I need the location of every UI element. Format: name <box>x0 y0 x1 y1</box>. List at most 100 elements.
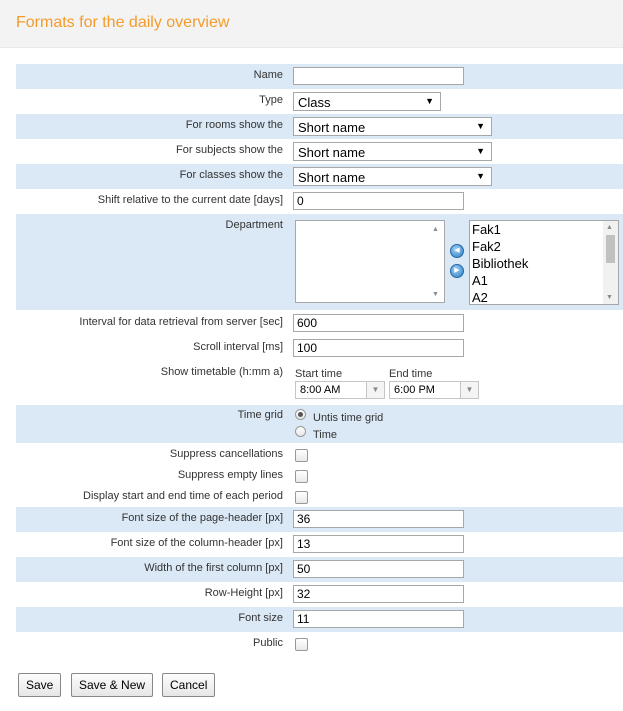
row-shift: Shift relative to the current date [days… <box>16 189 623 214</box>
chevron-down-icon: ▼ <box>476 171 485 181</box>
classes-select[interactable]: Short name ▼ <box>293 167 492 186</box>
save-and-new-button[interactable]: Save & New <box>71 673 154 697</box>
list-item[interactable]: A1 <box>470 272 603 289</box>
type-select[interactable]: Class ▼ <box>293 92 441 111</box>
suppress-empty-label: Suppress empty lines <box>177 469 283 481</box>
end-time-select[interactable]: 6:00 PM ▼ <box>389 381 479 399</box>
row-height-field[interactable] <box>293 585 464 603</box>
name-label: Name <box>253 69 283 81</box>
start-time-label: Start time <box>295 368 343 380</box>
row-rooms: For rooms show the Short name ▼ <box>16 114 623 139</box>
row-page-header-size: Font size of the page-header [px] <box>16 507 623 532</box>
scroll-down-icon[interactable]: ▼ <box>606 294 613 301</box>
row-column-header-size: Font size of the column-header [px] <box>16 532 623 557</box>
scroll-up-icon[interactable]: ▲ <box>606 224 613 231</box>
scroll-label: Scroll interval [ms] <box>193 341 283 353</box>
suppress-cancellations-checkbox[interactable] <box>295 449 308 462</box>
classes-label: For classes show the <box>179 169 283 181</box>
arrow-right-icon: ▶ <box>454 267 460 274</box>
start-time-select[interactable]: 8:00 AM ▼ <box>295 381 385 399</box>
row-display-times: Display start and end time of each perio… <box>16 485 623 507</box>
font-size-label: Font size <box>238 612 283 624</box>
rooms-label: For rooms show the <box>185 119 283 131</box>
public-checkbox[interactable] <box>295 638 308 651</box>
page-title: Formats for the daily overview <box>16 14 230 31</box>
chevron-down-icon: ▼ <box>476 121 485 131</box>
column-header-size-label: Font size of the column-header [px] <box>110 537 283 549</box>
display-times-checkbox[interactable] <box>295 491 308 504</box>
row-height-label: Row-Height [px] <box>204 587 283 599</box>
radio-time[interactable] <box>295 426 306 437</box>
first-col-width-label: Width of the first column [px] <box>144 562 283 574</box>
row-public: Public <box>16 632 623 654</box>
first-col-width-field[interactable] <box>293 560 464 578</box>
row-timegrid: Time grid Untis time grid Time <box>16 405 623 443</box>
scrollbar[interactable]: ▲ ▼ <box>429 221 444 302</box>
column-header-size-field[interactable] <box>293 535 464 553</box>
subjects-select-value: Short name <box>298 145 366 160</box>
row-first-col-width: Width of the first column [px] <box>16 557 623 582</box>
department-label: Department <box>225 219 283 231</box>
chevron-down-icon: ▼ <box>425 96 434 106</box>
move-left-button[interactable]: ◀ <box>450 244 464 258</box>
rooms-select-value: Short name <box>298 120 366 135</box>
save-button[interactable]: Save <box>18 673 62 697</box>
public-label: Public <box>253 637 283 649</box>
scrollbar[interactable]: ▲ ▼ <box>603 221 618 304</box>
department-options: Fak1 Fak2 Bibliothek A1 A2 <box>470 221 603 306</box>
row-classes: For classes show the Short name ▼ <box>16 164 623 189</box>
row-timetable: Show timetable (h:mm a) Start time End t… <box>16 360 623 405</box>
shift-field[interactable] <box>293 192 464 210</box>
name-field[interactable] <box>293 67 464 85</box>
radio-untis-time-grid-label: Untis time grid <box>313 412 384 424</box>
move-right-button[interactable]: ▶ <box>450 264 464 278</box>
arrow-left-icon: ◀ <box>454 247 460 254</box>
suppress-cancellations-label: Suppress cancellations <box>169 448 283 460</box>
subjects-select[interactable]: Short name ▼ <box>293 142 492 161</box>
row-name: Name <box>16 64 623 89</box>
chevron-down-icon[interactable]: ▼ <box>460 382 478 398</box>
row-row-height: Row-Height [px] <box>16 582 623 607</box>
department-available-list[interactable]: Fak1 Fak2 Bibliothek A1 A2 ▲ ▼ <box>469 220 619 305</box>
chevron-down-icon[interactable]: ▼ <box>366 382 384 398</box>
row-department: Department ▲ ▼ ◀ ▶ Fak1 Fak2 Bibliothek … <box>16 214 623 310</box>
timegrid-label: Time grid <box>237 409 283 421</box>
radio-untis-time-grid[interactable] <box>295 409 306 420</box>
interval-label: Interval for data retrieval from server … <box>79 316 283 328</box>
start-time-value: 8:00 AM <box>300 384 341 396</box>
classes-select-value: Short name <box>298 170 366 185</box>
row-suppress-cancellations: Suppress cancellations <box>16 443 623 464</box>
page-header-size-label: Font size of the page-header [px] <box>121 512 283 524</box>
row-suppress-empty: Suppress empty lines <box>16 464 623 485</box>
chevron-down-icon: ▼ <box>476 146 485 156</box>
rooms-select[interactable]: Short name ▼ <box>293 117 492 136</box>
department-selected-list[interactable]: ▲ ▼ <box>295 220 445 303</box>
display-times-label: Display start and end time of each perio… <box>83 490 283 502</box>
scroll-down-icon[interactable]: ▼ <box>432 291 439 298</box>
subjects-label: For subjects show the <box>176 144 283 156</box>
scroll-field[interactable] <box>293 339 464 357</box>
cancel-button[interactable]: Cancel <box>162 673 216 697</box>
list-item[interactable]: Fak2 <box>470 238 603 255</box>
page-header: Formats for the daily overview <box>0 0 623 48</box>
type-select-value: Class <box>298 95 331 110</box>
font-size-field[interactable] <box>293 610 464 628</box>
list-item[interactable]: Fak1 <box>470 221 603 238</box>
scroll-up-icon[interactable]: ▲ <box>432 226 439 233</box>
timetable-label: Show timetable (h:mm a) <box>160 366 283 378</box>
page-header-size-field[interactable] <box>293 510 464 528</box>
shift-label: Shift relative to the current date [days… <box>97 194 283 206</box>
row-scroll: Scroll interval [ms] <box>16 335 623 360</box>
row-interval: Interval for data retrieval from server … <box>16 310 623 335</box>
row-subjects: For subjects show the Short name ▼ <box>16 139 623 164</box>
row-font-size: Font size <box>16 607 623 632</box>
end-time-value: 6:00 PM <box>394 384 435 396</box>
scroll-thumb[interactable] <box>606 235 615 263</box>
suppress-empty-checkbox[interactable] <box>295 470 308 483</box>
list-item[interactable]: A2 <box>470 289 603 306</box>
list-item[interactable]: Bibliothek <box>470 255 603 272</box>
interval-field[interactable] <box>293 314 464 332</box>
end-time-label: End time <box>389 368 433 380</box>
row-type: Type Class ▼ <box>16 89 623 114</box>
type-label: Type <box>259 94 283 106</box>
